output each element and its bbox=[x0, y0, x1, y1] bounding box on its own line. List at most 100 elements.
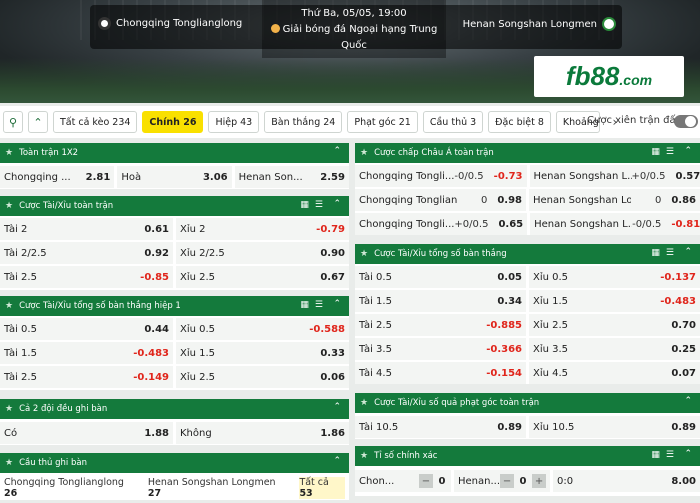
panel-header[interactable]: ★Cả 2 đội đều ghi bàn⌃ bbox=[0, 399, 349, 419]
grid-view-icon[interactable]: ▦ bbox=[300, 300, 309, 310]
odds-label: Tài 0.5 bbox=[359, 272, 392, 283]
fb88-logo[interactable]: fb88.com bbox=[534, 56, 684, 97]
tab-all[interactable]: Tất cả kèo 234 bbox=[53, 111, 137, 133]
odds-cell[interactable]: Tài 0.50.44 bbox=[0, 318, 173, 340]
odds-cell[interactable]: Xỉu 0.5-0.588 bbox=[176, 318, 349, 340]
panel-header[interactable]: ★Cầu thủ ghi bàn⌃ bbox=[0, 453, 349, 473]
panel-header[interactable]: ★Cược Tài/Xỉu số quả phạt góc toàn trận⌃ bbox=[355, 393, 700, 413]
plus-button[interactable]: + bbox=[532, 474, 546, 488]
odds-cell[interactable]: Xỉu 2/2.50.90 bbox=[176, 242, 349, 264]
chevron-up-icon[interactable]: ⌃ bbox=[333, 402, 341, 412]
odds-cell[interactable]: Xỉu 1.5-0.483 bbox=[529, 290, 700, 312]
odds-cell[interactable]: Henan Songshan L...+0/0.50.57 bbox=[530, 165, 700, 187]
star-icon[interactable]: ★ bbox=[5, 458, 13, 468]
panel-header[interactable]: ★Cược chấp Châu Á toàn trận▦☰⌃ bbox=[355, 143, 700, 163]
panel-header[interactable]: ★Toàn trận 1X2⌃ bbox=[0, 143, 349, 163]
odds-cell[interactable]: Tài 0.50.05 bbox=[355, 266, 526, 288]
chevron-up-icon[interactable]: ⌃ bbox=[333, 299, 341, 309]
tab-players[interactable]: Cầu thủ 3 bbox=[423, 111, 483, 133]
odds-cell[interactable]: Tài 4.5-0.154 bbox=[355, 362, 526, 384]
odds-cell[interactable]: Tài 2/2.50.92 bbox=[0, 242, 173, 264]
chevron-up-icon[interactable]: ⌃ bbox=[684, 449, 692, 459]
odds-label: Chongqing ... bbox=[4, 172, 71, 183]
odds-cell[interactable]: Xỉu 4.50.07 bbox=[529, 362, 700, 384]
panel-header[interactable]: ★Cược Tài/Xỉu tổng số bàn thắng hiệp 1▦☰… bbox=[0, 296, 349, 316]
odds-cell[interactable]: Henan Songshan L...-0/0.5-0.81 bbox=[530, 213, 700, 235]
odds-cell[interactable]: Tài 1.50.34 bbox=[355, 290, 526, 312]
odds-cell[interactable]: Chongqing Tongli...-0/0.5-0.73 bbox=[355, 165, 527, 187]
star-icon[interactable]: ★ bbox=[360, 451, 368, 461]
odds-label: Hoà bbox=[121, 172, 141, 183]
odds-cell[interactable]: Chongqing Tongli...+0/0.50.65 bbox=[355, 213, 527, 235]
panel-header[interactable]: ★Tỉ số chính xác▦☰⌃ bbox=[355, 446, 700, 466]
odds-cell[interactable]: Xỉu 1.50.33 bbox=[176, 342, 349, 364]
tab-main[interactable]: Chính 26 bbox=[142, 111, 203, 133]
star-icon[interactable]: ★ bbox=[360, 249, 368, 259]
scorer-tab-home[interactable]: Chongqing Tongliangl​ong 26 bbox=[4, 477, 140, 499]
chevron-up-icon[interactable]: ⌃ bbox=[333, 199, 341, 209]
star-icon[interactable]: ★ bbox=[360, 148, 368, 158]
star-icon[interactable]: ★ bbox=[5, 301, 13, 311]
chevron-up-icon[interactable]: ⌃ bbox=[684, 396, 692, 406]
collapse-all-icon[interactable]: ⌃ bbox=[28, 111, 48, 133]
odds-home[interactable]: Chongqing ...2.81 bbox=[0, 166, 114, 188]
odds-cell[interactable]: Xỉu 2.50.70 bbox=[529, 314, 700, 336]
list-view-icon[interactable]: ☰ bbox=[666, 147, 674, 157]
odds-cell[interactable]: Xỉu 2.50.67 bbox=[176, 266, 349, 288]
odds-cell[interactable]: Henan Songshan Long...00.86 bbox=[529, 189, 700, 211]
scorer-tab-all[interactable]: Tất cả 53 bbox=[299, 477, 345, 499]
star-icon[interactable]: ★ bbox=[5, 201, 13, 211]
odds-no[interactable]: Không1.86 bbox=[176, 422, 349, 444]
parlay-toggle[interactable] bbox=[674, 115, 698, 128]
scorer-tab-away[interactable]: Henan Songshan Longmen 27 bbox=[148, 477, 292, 499]
odds-label: Tài 4.5 bbox=[359, 368, 392, 379]
odds-cell[interactable]: Tài 3.5-0.366 bbox=[355, 338, 526, 360]
odds-cell[interactable]: Tài 10.50.89 bbox=[355, 416, 526, 438]
odds-label: Xỉu 0.5 bbox=[180, 324, 215, 335]
odds-cell[interactable]: Xỉu 2-0.79 bbox=[176, 218, 349, 240]
score-odds[interactable]: 0:08.00 bbox=[553, 470, 700, 492]
grid-view-icon[interactable]: ▦ bbox=[651, 147, 660, 157]
odds-cell[interactable]: Tài 20.61 bbox=[0, 218, 173, 240]
tab-special[interactable]: Đặc biệt 8 bbox=[488, 111, 551, 133]
minus-button[interactable]: − bbox=[500, 474, 514, 488]
odds-away[interactable]: Henan Son...2.59 bbox=[235, 166, 349, 188]
tab-goals[interactable]: Bàn thắng 24 bbox=[264, 111, 342, 133]
search-icon[interactable]: ⚲ bbox=[3, 111, 23, 133]
odds-yes[interactable]: Có1.88 bbox=[0, 422, 173, 444]
chevron-up-icon[interactable]: ⌃ bbox=[333, 146, 341, 156]
tab-half[interactable]: Hiệp 43 bbox=[208, 111, 259, 133]
odds-cell[interactable]: Xỉu 2.50.06 bbox=[176, 366, 349, 388]
list-view-icon[interactable]: ☰ bbox=[315, 200, 323, 210]
grid-view-icon[interactable]: ▦ bbox=[651, 248, 660, 258]
odds-label: Xỉu 10.5 bbox=[533, 422, 574, 433]
star-icon[interactable]: ★ bbox=[360, 398, 368, 408]
odds-value: 0.86 bbox=[671, 195, 696, 206]
minus-button[interactable]: − bbox=[419, 474, 433, 488]
chevron-up-icon[interactable]: ⌃ bbox=[684, 146, 692, 156]
grid-view-icon[interactable]: ▦ bbox=[651, 450, 660, 460]
chevron-up-icon[interactable]: ⌃ bbox=[333, 456, 341, 466]
tab-corners[interactable]: Phạt góc 21 bbox=[347, 111, 418, 133]
list-view-icon[interactable]: ☰ bbox=[315, 300, 323, 310]
star-icon[interactable]: ★ bbox=[5, 404, 13, 414]
odds-cell[interactable]: Tài 1.5-0.483 bbox=[0, 342, 173, 364]
odds-cell[interactable]: Xỉu 10.50.89 bbox=[529, 416, 700, 438]
list-view-icon[interactable]: ☰ bbox=[666, 248, 674, 258]
list-view-icon[interactable]: ☰ bbox=[666, 450, 674, 460]
odds-cell[interactable]: Chongqing Tongliangl​o...00.98 bbox=[355, 189, 526, 211]
odds-cell[interactable]: Tài 2.5-0.885 bbox=[355, 314, 526, 336]
odds-cell[interactable]: Tài 2.5-0.149 bbox=[0, 366, 173, 388]
grid-view-icon[interactable]: ▦ bbox=[300, 200, 309, 210]
panel-header[interactable]: ★Cược Tài/Xỉu toàn trận▦☰⌃ bbox=[0, 196, 349, 216]
odds-cell[interactable]: Xỉu 0.5-0.137 bbox=[529, 266, 700, 288]
odds-draw[interactable]: Hoà3.06 bbox=[117, 166, 231, 188]
odds-row: Tài 1.50.34Xỉu 1.5-0.483 bbox=[355, 290, 700, 314]
odds-label: Xỉu 2.5 bbox=[533, 320, 568, 331]
chevron-up-icon[interactable]: ⌃ bbox=[684, 247, 692, 257]
panel-header[interactable]: ★Cược Tài/Xỉu tổng số bàn thắng▦☰⌃ bbox=[355, 244, 700, 264]
star-icon[interactable]: ★ bbox=[5, 148, 13, 158]
odds-cell[interactable]: Xỉu 3.50.25 bbox=[529, 338, 700, 360]
handicap-line: -0/0.5 bbox=[454, 171, 483, 182]
odds-cell[interactable]: Tài 2.5-0.85 bbox=[0, 266, 173, 288]
